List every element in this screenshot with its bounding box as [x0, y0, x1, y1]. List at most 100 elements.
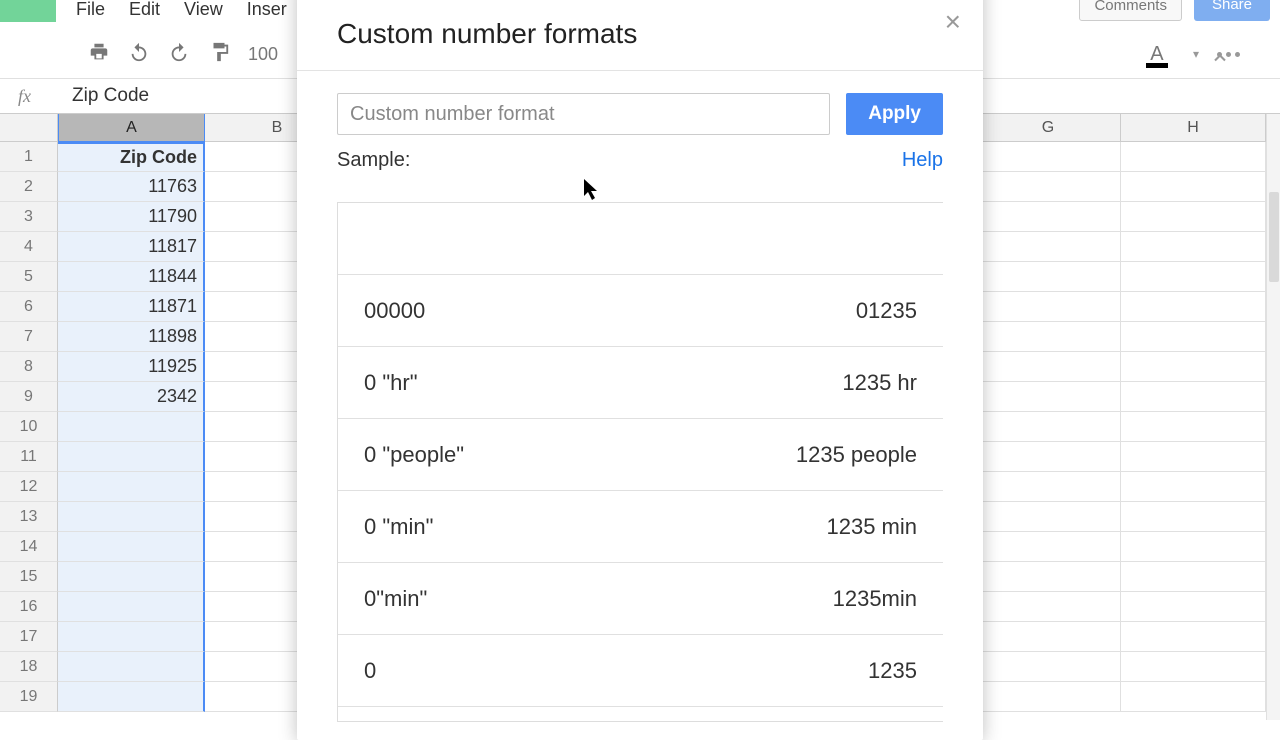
cell-a[interactable]: [58, 592, 205, 622]
cell-g[interactable]: [976, 262, 1121, 292]
cell-g[interactable]: [976, 562, 1121, 592]
cell-a[interactable]: [58, 532, 205, 562]
formula-value[interactable]: Zip Code: [72, 85, 149, 107]
row-header[interactable]: 15: [0, 562, 58, 592]
cell-a[interactable]: [58, 502, 205, 532]
cell-h[interactable]: [1121, 592, 1266, 622]
cell-g[interactable]: [976, 172, 1121, 202]
cell-h[interactable]: [1121, 352, 1266, 382]
menu-file[interactable]: File: [76, 0, 105, 20]
cell-a[interactable]: 11844: [58, 262, 205, 292]
cell-h[interactable]: [1121, 442, 1266, 472]
cell-a[interactable]: 2342: [58, 382, 205, 412]
cell-g[interactable]: [976, 652, 1121, 682]
format-input[interactable]: [337, 93, 830, 135]
cell-h[interactable]: [1121, 502, 1266, 532]
scrollbar-thumb[interactable]: [1269, 192, 1279, 282]
cell-h[interactable]: [1121, 472, 1266, 502]
cell-g[interactable]: [976, 352, 1121, 382]
cell-g[interactable]: [976, 142, 1121, 172]
cell-h[interactable]: [1121, 232, 1266, 262]
cell-g[interactable]: [976, 472, 1121, 502]
row-header[interactable]: 1: [0, 142, 58, 172]
cell-h[interactable]: [1121, 652, 1266, 682]
column-header-g[interactable]: G: [976, 114, 1121, 142]
cell-h[interactable]: [1121, 562, 1266, 592]
row-header[interactable]: 17: [0, 622, 58, 652]
row-header[interactable]: 14: [0, 532, 58, 562]
row-header[interactable]: 3: [0, 202, 58, 232]
row-header[interactable]: 6: [0, 292, 58, 322]
undo-icon[interactable]: [128, 41, 150, 68]
cell-a[interactable]: [58, 412, 205, 442]
cell-g[interactable]: [976, 532, 1121, 562]
vertical-scrollbar[interactable]: [1266, 114, 1280, 720]
row-header[interactable]: 9: [0, 382, 58, 412]
row-header[interactable]: 11: [0, 442, 58, 472]
row-header[interactable]: 7: [0, 322, 58, 352]
collapse-toolbar-icon[interactable]: [1210, 48, 1230, 73]
cell-g[interactable]: [976, 592, 1121, 622]
cell-g[interactable]: [976, 382, 1121, 412]
menu-edit[interactable]: Edit: [129, 0, 160, 20]
cell-a[interactable]: [58, 682, 205, 712]
cell-g[interactable]: [976, 412, 1121, 442]
row-header[interactable]: 13: [0, 502, 58, 532]
cell-h[interactable]: [1121, 142, 1266, 172]
cell-a[interactable]: 11925: [58, 352, 205, 382]
format-item[interactable]: [338, 203, 943, 275]
cell-g[interactable]: [976, 622, 1121, 652]
cell-a[interactable]: [58, 442, 205, 472]
cell-h[interactable]: [1121, 412, 1266, 442]
cell-g[interactable]: [976, 442, 1121, 472]
row-header[interactable]: 10: [0, 412, 58, 442]
cell-g[interactable]: [976, 232, 1121, 262]
dropdown-caret-icon[interactable]: ▾: [1193, 47, 1199, 61]
zoom-level[interactable]: 100: [248, 44, 278, 65]
text-color-button[interactable]: A: [1143, 40, 1171, 68]
row-header[interactable]: 2: [0, 172, 58, 202]
cell-a[interactable]: 11898: [58, 322, 205, 352]
cell-a[interactable]: [58, 562, 205, 592]
format-item[interactable]: 0 "people"1235 people: [338, 419, 943, 491]
share-button[interactable]: Share: [1194, 0, 1270, 21]
cell-a[interactable]: 11817: [58, 232, 205, 262]
cell-g[interactable]: [976, 502, 1121, 532]
close-icon[interactable]: ×: [945, 6, 961, 38]
cell-h[interactable]: [1121, 172, 1266, 202]
cell-g[interactable]: [976, 292, 1121, 322]
row-header[interactable]: 4: [0, 232, 58, 262]
row-header[interactable]: 19: [0, 682, 58, 712]
cell-h[interactable]: [1121, 682, 1266, 712]
cell-h[interactable]: [1121, 292, 1266, 322]
row-header[interactable]: 5: [0, 262, 58, 292]
apply-button[interactable]: Apply: [846, 93, 943, 135]
cell-h[interactable]: [1121, 322, 1266, 352]
cell-g[interactable]: [976, 322, 1121, 352]
format-item[interactable]: 0"min"1235min: [338, 563, 943, 635]
print-icon[interactable]: [88, 41, 110, 68]
menu-view[interactable]: View: [184, 0, 223, 20]
cell-h[interactable]: [1121, 382, 1266, 412]
cell-h[interactable]: [1121, 622, 1266, 652]
row-header[interactable]: 12: [0, 472, 58, 502]
format-item[interactable]: 0 "hr"1235 hr: [338, 347, 943, 419]
cell-a[interactable]: [58, 472, 205, 502]
comments-button[interactable]: Comments: [1079, 0, 1182, 21]
format-item[interactable]: 0 "min"1235 min: [338, 491, 943, 563]
help-link[interactable]: Help: [902, 149, 943, 172]
cell-a[interactable]: [58, 622, 205, 652]
menu-insert[interactable]: Inser: [247, 0, 287, 20]
cell-a[interactable]: 11790: [58, 202, 205, 232]
cell-h[interactable]: [1121, 202, 1266, 232]
column-header-h[interactable]: H: [1121, 114, 1266, 142]
cell-g[interactable]: [976, 202, 1121, 232]
row-header[interactable]: 18: [0, 652, 58, 682]
cell-h[interactable]: [1121, 532, 1266, 562]
format-item[interactable]: 0000001235: [338, 275, 943, 347]
cell-g[interactable]: [976, 682, 1121, 712]
redo-icon[interactable]: [168, 41, 190, 68]
row-header[interactable]: 8: [0, 352, 58, 382]
format-item[interactable]: 01235: [338, 635, 943, 707]
row-header[interactable]: 16: [0, 592, 58, 622]
